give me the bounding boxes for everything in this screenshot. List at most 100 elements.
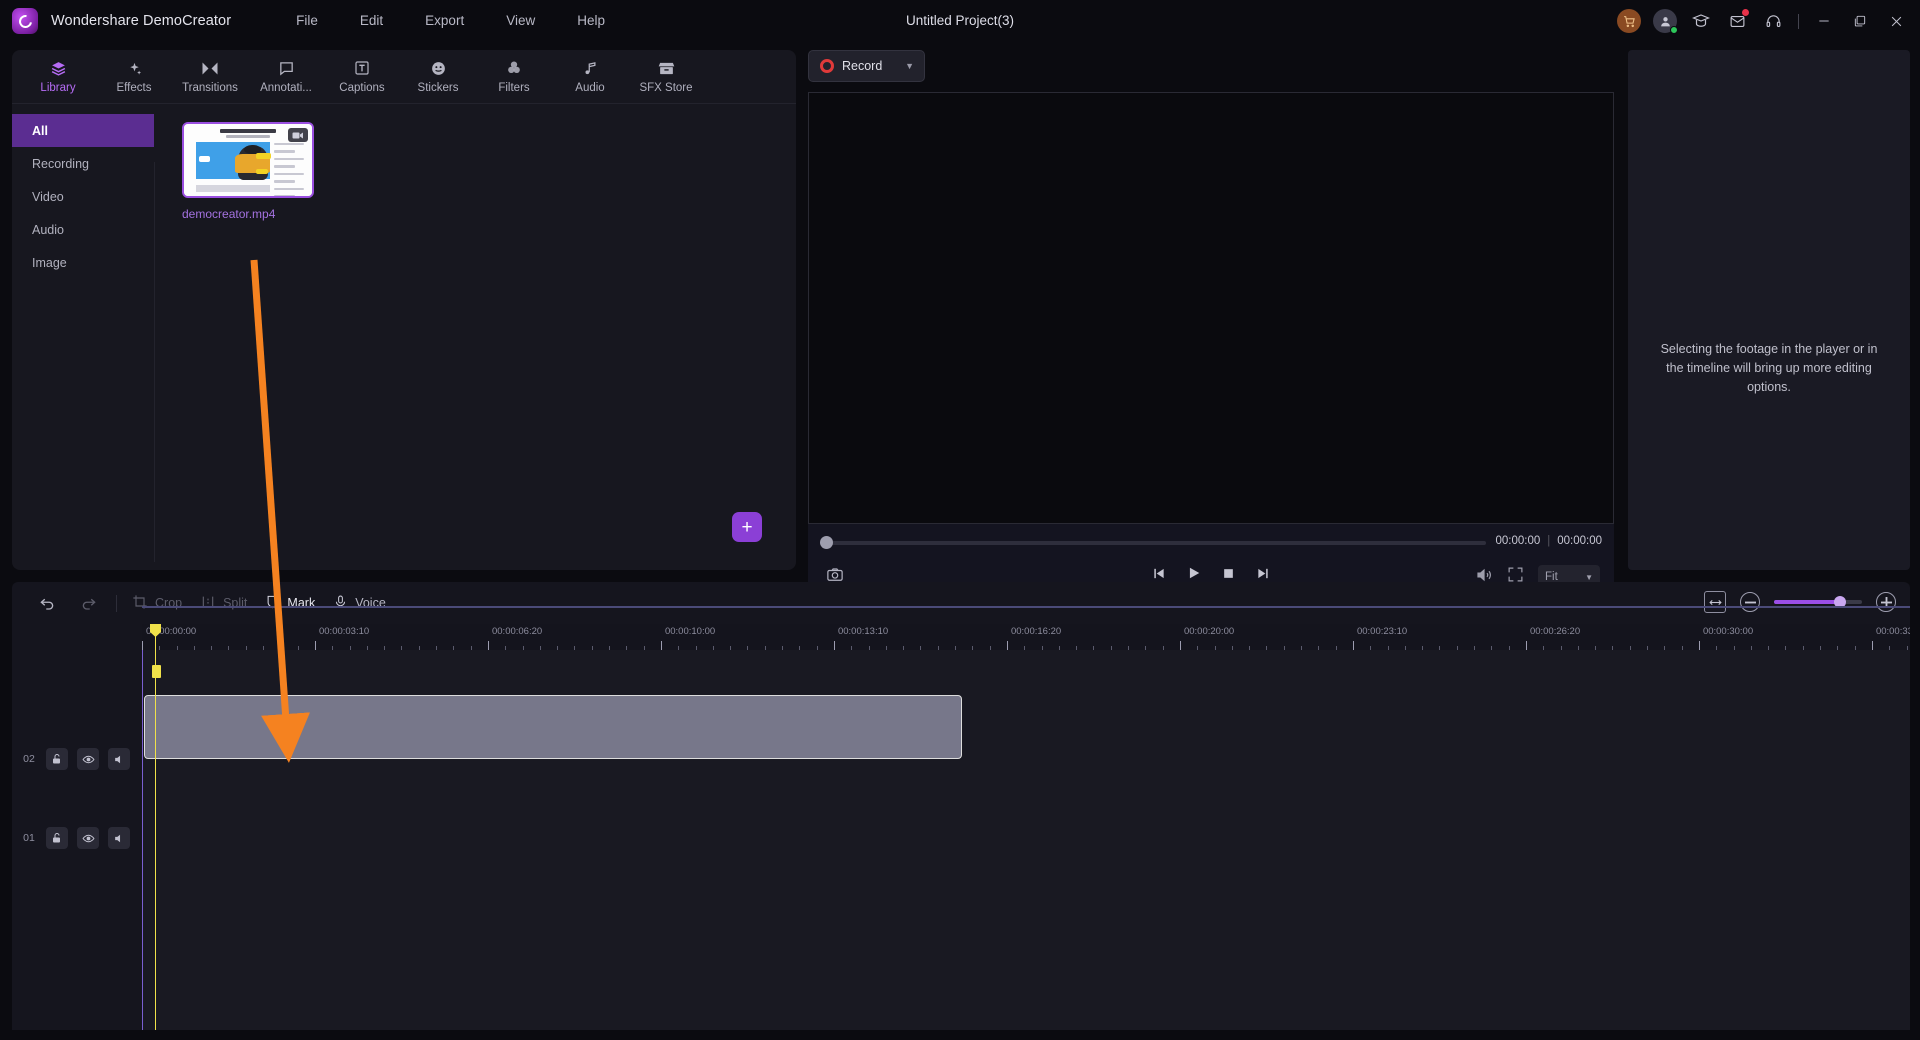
stop-icon[interactable] <box>1222 567 1235 580</box>
microphone-icon <box>333 594 348 613</box>
prev-frame-icon[interactable] <box>1152 566 1166 581</box>
category-all[interactable]: All <box>12 114 154 147</box>
current-time: 00:00:00 <box>1495 535 1541 547</box>
ruler-label: 00:00:10:00 <box>664 626 716 637</box>
play-icon[interactable] <box>1187 565 1201 581</box>
annotation-icon <box>278 59 295 78</box>
graduation-cap-icon[interactable] <box>1683 0 1719 42</box>
ruler-major-tick <box>660 641 662 650</box>
category-label: Video <box>32 189 64 204</box>
store-icon <box>658 59 675 78</box>
ruler-major-tick <box>1352 641 1354 650</box>
maximize-icon[interactable] <box>1842 0 1878 42</box>
text-box-icon <box>354 59 370 78</box>
speaker-icon[interactable] <box>108 827 130 849</box>
split-icon <box>200 594 216 613</box>
chevron-down-icon[interactable]: ▼ <box>905 61 914 71</box>
split-button[interactable]: Split <box>191 582 256 624</box>
mail-icon[interactable] <box>1719 0 1755 42</box>
record-button[interactable]: Record ▼ <box>808 50 925 82</box>
timeline-zoom-controls <box>1704 591 1896 613</box>
timeline-clip[interactable] <box>144 695 962 759</box>
add-media-button[interactable]: + <box>732 512 762 542</box>
tab-filters[interactable]: Filters <box>476 50 552 102</box>
layers-icon <box>50 59 67 78</box>
preview-player: Record ▼ 00:00:00 | 00:00:00 Fit ▼ <box>804 50 1626 596</box>
undo-button[interactable] <box>26 582 68 624</box>
headset-icon[interactable] <box>1755 0 1791 42</box>
category-video[interactable]: Video <box>12 180 154 213</box>
ruler-label: 00:00:16:20 <box>1010 626 1062 637</box>
seek-row: 00:00:00 | 00:00:00 <box>808 524 1614 560</box>
category-label: Audio <box>32 222 64 237</box>
menu-item-file[interactable]: File <box>275 0 339 42</box>
unlock-icon[interactable] <box>46 827 68 849</box>
eye-icon[interactable] <box>77 748 99 770</box>
speaker-icon[interactable] <box>108 748 130 770</box>
tab-label: Filters <box>498 81 530 94</box>
zoom-out-icon[interactable] <box>1740 592 1760 612</box>
video-stage[interactable] <box>808 92 1614 524</box>
cart-icon[interactable] <box>1611 0 1647 42</box>
record-dot-icon <box>820 59 834 73</box>
ruler-major-tick <box>833 641 835 650</box>
ruler-label: 00:00:06:20 <box>491 626 543 637</box>
category-recording[interactable]: Recording <box>12 147 154 180</box>
seek-bar[interactable] <box>824 541 1486 545</box>
menu-item-view[interactable]: View <box>485 0 556 42</box>
eye-icon[interactable] <box>77 827 99 849</box>
ruler-major-tick <box>142 641 143 650</box>
category-label: All <box>32 123 48 138</box>
title-bar: Wondershare DemoCreator File Edit Export… <box>0 0 1920 42</box>
media-thumbnail[interactable] <box>182 122 314 198</box>
properties-hint: Selecting the footage in the player or i… <box>1660 342 1878 394</box>
playhead[interactable] <box>155 624 156 1030</box>
music-note-icon <box>583 59 598 78</box>
fit-timeline-icon[interactable] <box>1704 591 1726 613</box>
menu-item-export[interactable]: Export <box>404 0 485 42</box>
category-label: Image <box>32 255 67 270</box>
ruler-major-tick <box>1871 641 1873 650</box>
tab-sfx-store[interactable]: SFX Store <box>628 50 704 102</box>
account-icon[interactable] <box>1647 0 1683 42</box>
app-logo-icon <box>12 8 38 34</box>
unlock-icon[interactable] <box>46 748 68 770</box>
tab-annotations[interactable]: Annotati... <box>248 50 324 102</box>
track-number: 01 <box>23 832 35 844</box>
minimize-icon[interactable] <box>1806 0 1842 42</box>
time-separator: | <box>1547 535 1551 547</box>
tab-library[interactable]: Library <box>20 50 96 102</box>
crop-button[interactable]: Crop <box>123 582 191 624</box>
tab-captions[interactable]: Captions <box>324 50 400 102</box>
seek-handle[interactable] <box>820 536 833 549</box>
menu-item-help[interactable]: Help <box>556 0 626 42</box>
category-audio[interactable]: Audio <box>12 213 154 246</box>
panel-tab-bar: Library Effects Transitions Annotati... … <box>12 50 796 104</box>
zoom-in-icon[interactable] <box>1876 592 1896 612</box>
window-controls <box>1611 0 1920 42</box>
redo-button[interactable] <box>68 582 110 624</box>
ruler-label: 00:00:20:00 <box>1183 626 1235 637</box>
timeline-ruler[interactable]: 00:00:00:00 00:00:03:10 00:00:06:20 00:00:1… <box>12 624 1910 650</box>
ruler-major-tick <box>314 641 316 650</box>
media-item[interactable]: democreator.mp4 <box>182 122 314 221</box>
chevron-down-icon: ▼ <box>1585 572 1593 582</box>
menu-item-edit[interactable]: Edit <box>339 0 404 42</box>
timeline-tracks[interactable] <box>142 650 1910 1030</box>
tab-transitions[interactable]: Transitions <box>172 50 248 102</box>
next-frame-icon[interactable] <box>1256 566 1270 581</box>
zoom-slider[interactable] <box>1774 596 1862 608</box>
ruler-major-tick <box>1179 641 1181 650</box>
timeline-marker[interactable] <box>152 665 161 678</box>
track-row-header: 02 <box>12 740 142 778</box>
ruler-major-tick <box>1006 641 1008 650</box>
tab-stickers[interactable]: Stickers <box>400 50 476 102</box>
tab-audio[interactable]: Audio <box>552 50 628 102</box>
mark-button[interactable]: Mark <box>256 582 324 624</box>
timeline-panel: Crop Split Mark Voice 00:00:00:00 00:00:… <box>12 582 1910 1030</box>
category-image[interactable]: Image <box>12 246 154 279</box>
voice-button[interactable]: Voice <box>324 582 395 624</box>
close-icon[interactable] <box>1878 0 1914 42</box>
tab-effects[interactable]: Effects <box>96 50 172 102</box>
tab-label: Audio <box>575 81 605 94</box>
